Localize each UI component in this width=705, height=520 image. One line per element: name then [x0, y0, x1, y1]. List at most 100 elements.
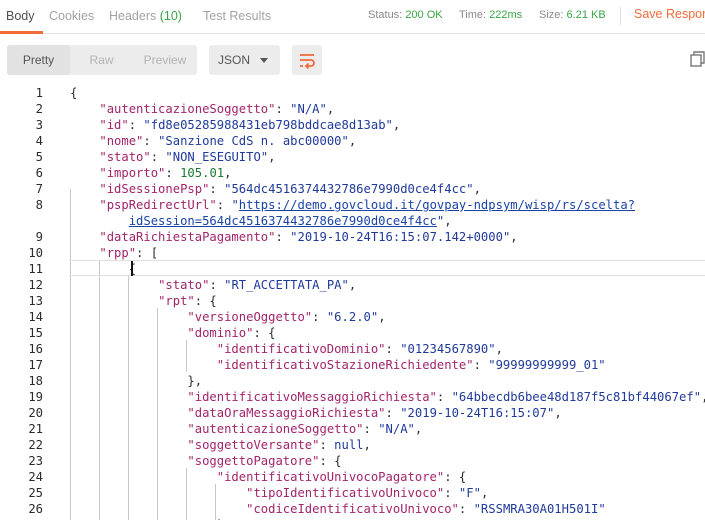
json-link[interactable]: https://demo.govcloud.it/govpay-ndpsym/w… [239, 198, 635, 212]
json-key: "identificativoUnivocoPagatore" [216, 470, 445, 484]
line-number: 14 [28, 310, 43, 324]
json-punctuation: : [385, 406, 401, 420]
json-key: "identificativoDominio" [216, 342, 386, 356]
json-link[interactable]: idSession=564dc4516374432786e7990d0ce4f4… [129, 214, 437, 228]
code-line: 26 "codiceIdentificativoUnivoco": "RSSMR… [0, 501, 705, 517]
code-line: 2 "autenticazioneSoggetto": "N/A", [0, 101, 705, 117]
line-number: 7 [35, 182, 43, 196]
time-value: 222ms [489, 9, 523, 21]
json-punctuation [70, 230, 99, 244]
tab-body[interactable]: Body [0, 0, 42, 34]
tab-cookies[interactable]: Cookies [49, 0, 94, 33]
line-number: 10 [28, 246, 43, 260]
code-line: 18 }, [0, 373, 705, 389]
json-punctuation: { [70, 86, 78, 100]
text-cursor [130, 261, 133, 276]
json-key: "dataOraMessaggioRichiesta" [187, 406, 386, 420]
json-punctuation: : [275, 102, 291, 116]
code-text: "identificativoUnivocoPagatore": { [70, 469, 466, 485]
code-text: "nome": "Sanzione CdS n. abc00000", [70, 133, 356, 149]
code-text: "autenticazioneSoggetto": "N/A", [70, 421, 422, 437]
code-line: 9 "dataRichiestaPagamento": "2019-10-24T… [0, 229, 705, 245]
code-line: 3 "id": "fd8e05285988431eb798bddcae8d13a… [0, 117, 705, 133]
line-number: 16 [28, 342, 43, 356]
line-number: 15 [28, 326, 43, 340]
json-key: "tipoIdentificativoUnivoco" [246, 486, 445, 500]
tab-headers-label: Headers [109, 9, 157, 23]
json-key: "versioneOggetto" [187, 310, 313, 324]
json-punctuation [70, 278, 158, 292]
json-string: " [231, 198, 239, 212]
line-number: 8 [35, 198, 43, 212]
json-punctuation [70, 406, 187, 420]
raw-button[interactable]: Raw [70, 45, 133, 75]
code-line: 10 "rpp": [ [0, 245, 705, 261]
code-line: 5 "stato": "NON_ESEGUITO", [0, 149, 705, 165]
pretty-button[interactable]: Pretty [7, 45, 70, 75]
code-line: 11 { [0, 261, 705, 277]
line-number: 1 [35, 86, 43, 100]
line-number: 4 [35, 134, 43, 148]
json-key: "soggettoVersante" [187, 438, 320, 452]
json-punctuation [70, 246, 99, 260]
code-line: 23 "soggettoPagatore": { [0, 453, 705, 469]
code-text: "identificativoDominio": "01234567890", [70, 341, 503, 357]
json-string: "2019-10-24T16:15:07.142+0000" [290, 230, 511, 244]
line-number: 24 [28, 470, 43, 484]
json-punctuation: : { [194, 294, 217, 308]
preview-button[interactable]: Preview [133, 45, 197, 75]
code-text: "pspRedirectUrl": "https://demo.govcloud… [70, 197, 635, 213]
code-text: "autenticazioneSoggetto": "N/A", [70, 101, 334, 117]
json-punctuation: : [363, 422, 379, 436]
copy-icon[interactable] [690, 51, 705, 67]
code-text: "stato": "NON_ESEGUITO", [70, 149, 276, 165]
save-response-button[interactable]: Save Respor [634, 0, 705, 33]
json-punctuation: : [128, 118, 144, 132]
line-number: 19 [28, 390, 43, 404]
json-punctuation [70, 470, 217, 484]
code-line: 8 "pspRedirectUrl": "https://demo.govclo… [0, 197, 705, 213]
code-line: 6 "importo": 105.01, [0, 165, 705, 181]
json-punctuation [70, 118, 99, 132]
line-number: 3 [35, 118, 43, 132]
json-punctuation: : [216, 198, 232, 212]
json-punctuation: , [378, 310, 386, 324]
json-punctuation: , [495, 342, 503, 356]
line-number: 26 [28, 502, 43, 516]
json-key: "autenticazioneSoggetto" [99, 102, 276, 116]
json-string: "N/A" [378, 422, 415, 436]
line-number: 5 [35, 150, 43, 164]
json-punctuation [70, 198, 99, 212]
code-text: "importo": 105.01, [70, 165, 231, 181]
json-string: "564dc4516374432786e7990d0ce4f4cc" [224, 182, 474, 196]
line-number: 22 [28, 438, 43, 452]
code-text: "rpp": [ [70, 245, 158, 261]
code-line: 22 "soggettoVersante": null, [0, 437, 705, 453]
json-string: "64bbecdb6bee48d187f5c81bf44067ef" [451, 390, 702, 404]
json-punctuation [70, 486, 246, 500]
size-label: Size: [539, 9, 564, 21]
tab-headers[interactable]: Headers (10) [109, 0, 182, 33]
json-punctuation: , [268, 150, 276, 164]
json-punctuation: : [209, 182, 225, 196]
json-punctuation: , [480, 486, 489, 500]
line-number: 25 [28, 486, 43, 500]
wrap-lines-button[interactable] [292, 45, 322, 75]
code-text: "soggettoPagatore": { [70, 453, 342, 469]
json-key: "autenticazioneSoggetto" [187, 422, 364, 436]
code-line: 13 "rpt": { [0, 293, 705, 309]
code-line: 17 "identificativoStazioneRichiedente": … [0, 357, 705, 373]
json-punctuation: , [348, 134, 357, 148]
tab-test-results[interactable]: Test Results [203, 0, 271, 33]
json-punctuation: : [150, 150, 166, 164]
json-punctuation: { [70, 262, 137, 276]
json-punctuation [70, 166, 99, 180]
code-text: idSession=564dc4516374432786e7990d0ce4f4… [70, 213, 452, 229]
format-select[interactable]: JSON [209, 45, 280, 75]
json-key: "soggettoPagatore" [187, 454, 320, 468]
response-body-viewer[interactable]: 1{2 "autenticazioneSoggetto": "N/A", 3 "i… [0, 85, 705, 520]
json-punctuation: , [414, 422, 423, 436]
json-punctuation: : { [319, 454, 342, 468]
format-select-value: JSON [218, 53, 251, 67]
json-key: "identificativoStazioneRichiedente" [216, 358, 474, 372]
